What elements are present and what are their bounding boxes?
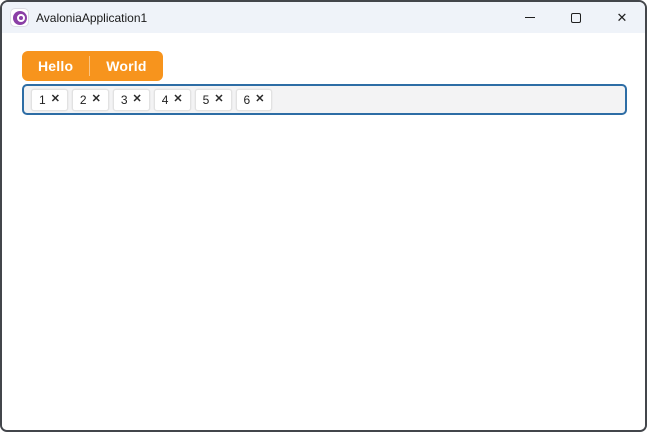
content-area: Hello World 1 ✕ 2 ✕ 3 ✕ 4 ✕ 5 ✕ 6 ✕ (2, 33, 645, 430)
chip-remove-icon[interactable]: ✕ (214, 94, 223, 105)
window-title: AvaloniaApplication1 (36, 10, 148, 25)
close-icon: ✕ (616, 10, 628, 25)
minimize-icon (525, 17, 535, 18)
window-controls: ✕ (507, 2, 645, 33)
maximize-button[interactable] (553, 2, 599, 33)
chip-label: 5 (202, 92, 210, 107)
chip-remove-icon[interactable]: ✕ (173, 94, 182, 105)
chip-label: 3 (120, 92, 128, 107)
minimize-button[interactable] (507, 2, 553, 33)
chip-label: 4 (161, 92, 169, 107)
chip-label: 1 (39, 92, 46, 107)
chip-remove-icon[interactable]: ✕ (255, 94, 264, 105)
chip-2: 2 ✕ (71, 88, 109, 111)
chip-3: 3 ✕ (112, 88, 150, 111)
logo-ring (16, 13, 25, 22)
chip-1: 1 ✕ (31, 88, 68, 111)
chip-5: 5 ✕ (194, 88, 232, 111)
maximize-icon (571, 12, 581, 23)
chip-remove-icon[interactable]: ✕ (51, 94, 60, 105)
tab-hello[interactable]: Hello (22, 51, 89, 81)
app-window: AvaloniaApplication1 ✕ Hello World 1 ✕ 2 ✕ 3… (0, 0, 647, 432)
chip-input[interactable]: 1 ✕ 2 ✕ 3 ✕ 4 ✕ 5 ✕ 6 ✕ (22, 84, 627, 115)
chip-6: 6 ✕ (235, 88, 273, 111)
avalonia-logo-icon (11, 9, 28, 26)
chip-4: 4 ✕ (153, 88, 191, 111)
chip-label: 2 (79, 92, 87, 107)
chip-remove-icon[interactable]: ✕ (92, 94, 101, 105)
tab-world[interactable]: World (90, 51, 162, 81)
logo-circle (12, 10, 27, 25)
close-button[interactable]: ✕ (599, 2, 645, 33)
titlebar[interactable]: AvaloniaApplication1 ✕ (2, 2, 645, 33)
tab-strip: Hello World (22, 51, 163, 81)
chip-remove-icon[interactable]: ✕ (133, 94, 142, 105)
chip-label: 6 (243, 92, 251, 107)
